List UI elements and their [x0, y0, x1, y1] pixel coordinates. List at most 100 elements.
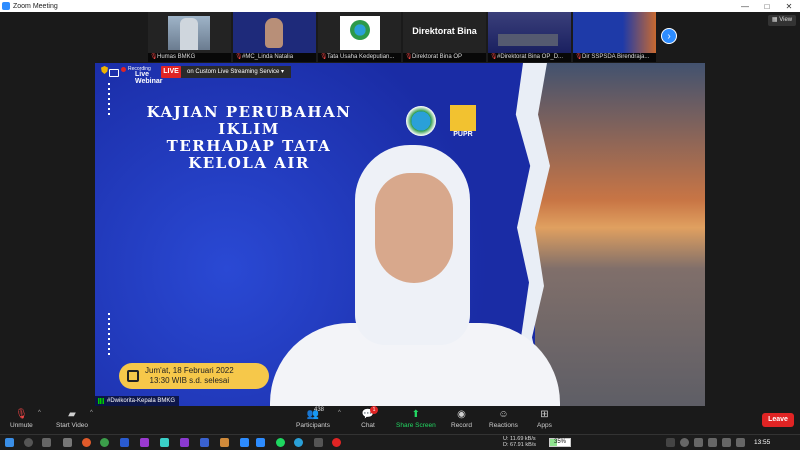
meeting-stage: 🎙 Humas BMKG 🎙 #MC_Linda Natalia 🎙 Tata Usa… — [0, 12, 800, 406]
pupr-mark-icon — [450, 105, 476, 131]
mic-off-icon: 🎙 — [15, 408, 28, 420]
building-image — [168, 16, 210, 50]
app-tray-icon[interactable] — [694, 438, 703, 447]
mic-off-icon: 🎙 — [405, 54, 413, 60]
photoshop-icon[interactable] — [160, 438, 169, 447]
active-speaker-video: KAJIAN PERUBAHAN IKLIM TERHADAP TATA KEL… — [95, 63, 705, 406]
window-titlebar: Zoom Meeting — □ ✕ — [0, 0, 800, 12]
taskbar-clock[interactable]: 13:55 — [754, 439, 770, 446]
download-rate: 67.91 kB/s — [510, 442, 537, 448]
participant-name: #Direktorat Bina OP_D... — [497, 54, 564, 60]
streaming-service-dropdown[interactable]: on Custom Live Streaming Service ▾ — [181, 66, 291, 78]
apps-button[interactable]: ⊞ Apps — [537, 408, 552, 434]
event-time: 13:30 WIB s.d. selesai — [149, 376, 230, 385]
download-label: D: — [503, 442, 509, 448]
video-options-chevron-icon[interactable]: ^ — [90, 410, 93, 416]
after-effects-icon[interactable] — [140, 438, 149, 447]
windows-start-icon[interactable] — [5, 438, 14, 447]
zoom-icon[interactable] — [256, 438, 265, 447]
display-icon[interactable] — [708, 438, 717, 447]
file-explorer-icon[interactable] — [63, 438, 72, 447]
unmute-label: Unmute — [10, 422, 33, 429]
next-page-chevron-icon[interactable]: › — [661, 28, 677, 44]
folder-icon[interactable] — [220, 438, 229, 447]
participant-thumbnail[interactable]: 🎙 Tata Usaha Kedeputian... — [318, 12, 401, 62]
network-rates: U: 11.69 kB/s D: 67.91 kB/s — [503, 436, 536, 448]
opera-icon[interactable] — [332, 438, 341, 447]
mic-off-icon: 🎙 — [150, 54, 158, 60]
reactions-label: Reactions — [489, 422, 518, 429]
reactions-button[interactable]: ☺ Reactions — [489, 408, 518, 434]
participant-name: #MC_Linda Natalia — [242, 54, 294, 60]
mic-off-icon: 🎙 — [320, 54, 328, 60]
word-icon[interactable] — [120, 438, 129, 447]
start-video-button[interactable]: ▰ Start Video — [56, 408, 88, 434]
window-title: Zoom Meeting — [13, 2, 58, 10]
participant-name: Direktorat Bina OP — [412, 54, 463, 60]
live-webinar-label: Live Webinar — [135, 71, 163, 85]
cloud-icon[interactable] — [680, 438, 689, 447]
app-icon[interactable] — [200, 438, 209, 447]
participant-thumbnail[interactable]: 🎙 #MC_Linda Natalia — [233, 12, 316, 62]
signal-strength-icon — [98, 398, 104, 404]
banner-image — [573, 12, 656, 53]
record-label: Record — [451, 422, 472, 429]
share-screen-button[interactable]: ⬆ Share Screen — [396, 408, 436, 434]
mic-off-icon: 🎙 — [235, 54, 243, 60]
video-off-icon: ▰ — [68, 408, 76, 420]
windows-taskbar: U: 11.69 kB/s D: 67.91 kB/s 35% 13:55 — [0, 434, 800, 450]
chat-button[interactable]: 💬 1 Chat — [361, 406, 378, 434]
volume-icon[interactable] — [736, 438, 745, 447]
view-button[interactable]: ▦ View — [768, 15, 796, 26]
close-button[interactable]: ✕ — [778, 2, 800, 11]
minimize-button[interactable]: — — [734, 2, 756, 11]
chrome-icon[interactable] — [100, 438, 109, 447]
event-date: Jum'at, 18 Februari 2022 — [145, 366, 234, 375]
apps-label: Apps — [537, 422, 552, 429]
meeting-room-image — [488, 12, 571, 53]
participants-button[interactable]: 👥 438 Participants — [296, 407, 330, 434]
reactions-icon: ☺ — [498, 408, 509, 420]
edge-icon[interactable] — [294, 438, 303, 447]
participants-options-chevron-icon[interactable]: ^ — [338, 410, 341, 416]
participant-thumbnail[interactable]: 🎙 Dir SSPSDA Birendraja... — [573, 12, 656, 62]
participant-video-image — [233, 12, 316, 53]
premiere-icon[interactable] — [180, 438, 189, 447]
shield-icon — [101, 66, 108, 74]
search-icon[interactable] — [24, 438, 33, 447]
chat-unread-badge: 1 — [370, 406, 378, 414]
participant-thumbnail[interactable]: 🎙 Humas BMKG — [148, 12, 231, 62]
battery-indicator[interactable]: 35% — [549, 438, 571, 447]
camera-icon — [109, 69, 119, 77]
participant-thumbnail[interactable]: 🎙 #Direktorat Bina OP_D... — [488, 12, 571, 62]
unmute-button[interactable]: 🎙 Unmute — [10, 408, 33, 434]
share-screen-icon: ⬆ — [411, 408, 421, 420]
participant-name: Tata Usaha Kedeputian... — [327, 54, 395, 60]
speaker-name: #Dwikorita-Kepala BMKG — [107, 398, 176, 404]
bmkg-logo — [406, 106, 436, 136]
maximize-button[interactable]: □ — [756, 2, 778, 11]
event-date-pill: Jum'at, 18 Februari 2022 13:30 WIB s.d. … — [119, 363, 269, 389]
calendar-icon — [127, 370, 139, 382]
zoom-icon[interactable] — [240, 438, 249, 447]
meeting-toolbar: 🎙 Unmute ^ ▰ Start Video ^ 👥 438 Partici… — [0, 406, 800, 434]
chevron-down-icon: ▾ — [281, 69, 285, 75]
view-button-label: View — [779, 17, 793, 23]
speaker-figure — [265, 133, 565, 406]
task-view-icon[interactable] — [42, 438, 51, 447]
chevron-up-icon[interactable] — [666, 438, 675, 447]
zoom-app-icon — [2, 2, 10, 10]
participant-thumbnail[interactable]: Direktorat Bina 🎙 Direktorat Bina OP — [403, 12, 486, 62]
firefox-icon[interactable] — [82, 438, 91, 447]
record-button[interactable]: ◉ Record — [451, 408, 472, 434]
mic-off-icon: 🎙 — [490, 54, 498, 60]
leave-button[interactable]: Leave — [762, 413, 794, 427]
audio-options-chevron-icon[interactable]: ^ — [38, 410, 41, 416]
battery-icon[interactable] — [722, 438, 731, 447]
spotify-icon[interactable] — [276, 438, 285, 447]
participants-label: Participants — [296, 422, 330, 429]
app-icon[interactable] — [314, 438, 323, 447]
participant-name: Humas BMKG — [157, 54, 196, 60]
start-video-label: Start Video — [56, 422, 89, 429]
participant-thumbnail-strip: 🎙 Humas BMKG 🎙 #MC_Linda Natalia 🎙 Tata Usa… — [148, 12, 658, 62]
